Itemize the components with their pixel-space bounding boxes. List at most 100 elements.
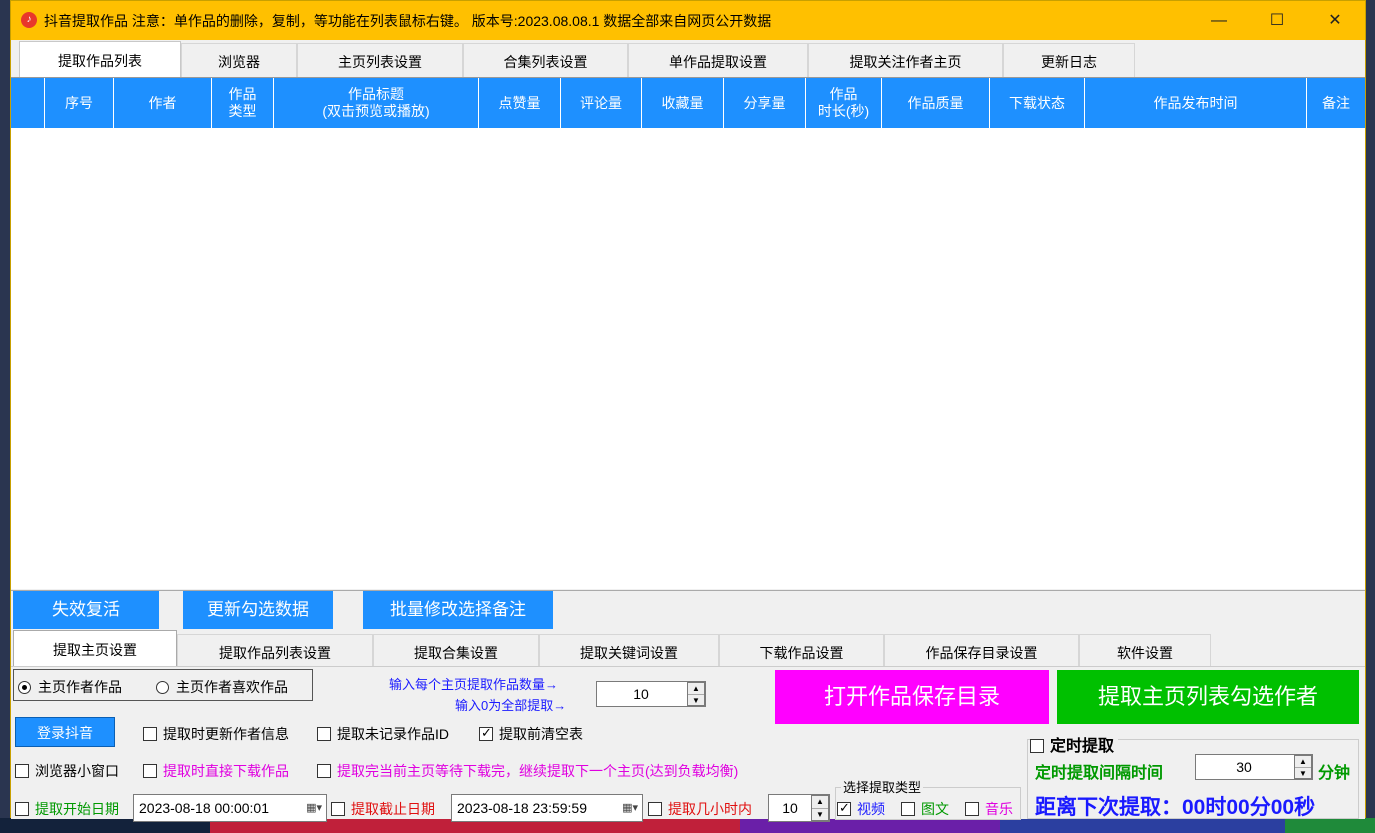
within-hours-checkbox[interactable]: 提取几小时内 [648,799,752,819]
small-browser-checkbox[interactable]: 浏览器小窗口 [15,761,119,781]
tab-software-settings[interactable]: 软件设置 [1079,634,1211,666]
checkbox-icon [1030,739,1044,753]
login-douyin-button[interactable]: 登录抖音 [15,717,115,747]
column-header-title[interactable]: 作品标题 (双击预览或播放) [274,78,479,128]
spin-down-icon[interactable]: ▼ [688,695,704,706]
column-header-shares[interactable]: 分享量 [724,78,806,128]
count-hint-line2: 输入0为全部提取→ [455,698,567,713]
tab-homepage-list-settings[interactable]: 主页列表设置 [297,43,463,77]
desktop-background-right [1366,0,1375,833]
column-header-duration[interactable]: 作品 时长(秒) [806,78,882,128]
tab-followed-authors[interactable]: 提取关注作者主页 [808,43,1003,77]
checkbox-icon [143,727,157,741]
column-header-quality[interactable]: 作品质量 [882,78,990,128]
column-header-download-status[interactable]: 下载状态 [990,78,1085,128]
start-date-picker[interactable]: 2023-08-18 00:00:01 ▦▾ [133,794,327,822]
unrecorded-id-checkbox[interactable]: 提取未记录作品ID [317,724,449,744]
radio-unchecked-icon [156,681,169,694]
clear-table-checkbox[interactable]: 提取前清空表 [479,724,583,744]
timer-checkbox[interactable]: 定时提取 [1030,732,1119,756]
homepage-settings-panel: 主页作者作品 主页作者喜欢作品 输入每个主页提取作品数量→ 输入0为全部提取→ … [11,666,1365,822]
interval-input[interactable]: 30 ▲ ▼ [1195,754,1313,780]
tab-save-dir-settings[interactable]: 作品保存目录设置 [884,634,1079,666]
column-header-remark[interactable]: 备注 [1307,78,1365,128]
desktop-background-left [0,0,10,833]
count-spinner[interactable]: ▲ ▼ [687,682,705,706]
direct-download-checkbox[interactable]: 提取时直接下载作品 [143,761,289,781]
main-tab-bar: 提取作品列表 浏览器 主页列表设置 合集列表设置 单作品提取设置 提取关注作者主… [11,41,1365,77]
interval-spinner[interactable]: ▲ ▼ [1294,755,1312,779]
column-header-type[interactable]: 作品 类型 [212,78,274,128]
checkbox-icon [317,727,331,741]
radio-author-likes[interactable]: 主页作者喜欢作品 [156,677,288,697]
checkbox-icon [15,802,29,816]
batch-edit-remark-button[interactable]: 批量修改选择备注 [363,591,553,629]
tab-changelog[interactable]: 更新日志 [1003,43,1135,77]
mode-radio-group: 主页作者作品 主页作者喜欢作品 [13,669,313,701]
column-header-likes[interactable]: 点赞量 [479,78,561,128]
type-group-label: 选择提取类型 [841,777,924,796]
checkbox-icon [317,764,331,778]
spin-up-icon[interactable]: ▲ [688,683,704,695]
checkbox-icon [648,802,662,816]
minimize-button[interactable]: — [1190,1,1248,40]
calendar-dropdown-icon[interactable]: ▦▾ [622,795,638,821]
checkbox-icon [331,802,345,816]
app-window: ♪ 抖音提取作品 注意：单作品的删除，复制，等功能在列表鼠标右键。 版本号:20… [10,0,1366,822]
column-header-favorites[interactable]: 收藏量 [642,78,724,128]
radio-checked-icon [18,681,31,694]
type-music-checkbox[interactable]: 音乐 [965,799,1013,819]
checkbox-icon [965,802,979,816]
countdown-display: 距离下次提取：00时00分00秒 [1035,796,1316,819]
checkbox-icon [143,764,157,778]
spin-down-icon[interactable]: ▼ [812,809,828,821]
count-hint-line1: 输入每个主页提取作品数量→ [389,677,559,692]
column-header-index[interactable]: 序号 [45,78,114,128]
interval-label: 定时提取间隔时间 [1035,765,1164,782]
checkbox-checked-icon [837,800,851,816]
wait-download-checkbox[interactable]: 提取完当前主页等待下载完，继续提取下一个主页(达到负载均衡) [317,761,738,781]
title-bar: ♪ 抖音提取作品 注意：单作品的删除，复制，等功能在列表鼠标右键。 版本号:20… [11,1,1365,40]
checkbox-icon [901,802,915,816]
type-video-checkbox[interactable]: 视频 [837,799,885,819]
tab-single-work-settings[interactable]: 单作品提取设置 [628,43,808,77]
tab-work-list[interactable]: 提取作品列表 [19,41,181,77]
window-title: 抖音提取作品 注意：单作品的删除，复制，等功能在列表鼠标右键。 版本号:2023… [44,13,772,29]
tab-browser[interactable]: 浏览器 [181,43,297,77]
column-header-comments[interactable]: 评论量 [561,78,642,128]
hours-spinner[interactable]: ▲ ▼ [811,795,829,821]
action-bar: 失效复活 更新勾选数据 批量修改选择备注 [11,590,1365,629]
tab-keyword-settings[interactable]: 提取关键词设置 [539,634,719,666]
spin-up-icon[interactable]: ▲ [1295,756,1311,768]
maximize-button[interactable]: ☐ [1248,1,1306,40]
extract-selected-authors-button[interactable]: 提取主页列表勾选作者 [1057,670,1359,724]
end-date-picker[interactable]: 2023-08-18 23:59:59 ▦▾ [451,794,643,822]
calendar-dropdown-icon[interactable]: ▦▾ [306,795,322,821]
start-date-checkbox[interactable]: 提取开始日期 [15,799,119,819]
tab-download-settings[interactable]: 下载作品设置 [719,634,884,666]
tab-collection-list-settings[interactable]: 合集列表设置 [463,43,628,77]
interval-unit: 分钟 [1318,765,1351,782]
tab-work-list-settings[interactable]: 提取作品列表设置 [177,634,373,666]
settings-tab-bar: 提取主页设置 提取作品列表设置 提取合集设置 提取关键词设置 下载作品设置 作品… [11,630,1365,666]
tab-homepage-extract-settings[interactable]: 提取主页设置 [13,630,177,666]
close-button[interactable]: ✕ [1306,1,1364,40]
hours-input[interactable]: 10 ▲ ▼ [768,794,830,822]
column-header-select[interactable] [11,78,45,128]
works-table[interactable]: 序号 作者 作品 类型 作品标题 (双击预览或播放) 点赞量 评论量 收藏量 分… [11,77,1365,589]
restore-invalid-button[interactable]: 失效复活 [13,591,159,629]
column-header-publish-time[interactable]: 作品发布时间 [1085,78,1307,128]
radio-author-works[interactable]: 主页作者作品 [18,677,122,697]
type-image-checkbox[interactable]: 图文 [901,799,949,819]
spin-down-icon[interactable]: ▼ [1295,768,1311,779]
app-logo-icon: ♪ [21,12,37,28]
update-author-info-checkbox[interactable]: 提取时更新作者信息 [143,724,289,744]
update-selected-data-button[interactable]: 更新勾选数据 [183,591,333,629]
spin-up-icon[interactable]: ▲ [812,796,828,809]
end-date-checkbox[interactable]: 提取截止日期 [331,799,435,819]
count-input[interactable]: 10 ▲ ▼ [596,681,706,707]
open-save-dir-button[interactable]: 打开作品保存目录 [775,670,1049,724]
column-header-author[interactable]: 作者 [114,78,212,128]
checkbox-icon [15,764,29,778]
tab-collection-settings[interactable]: 提取合集设置 [373,634,539,666]
